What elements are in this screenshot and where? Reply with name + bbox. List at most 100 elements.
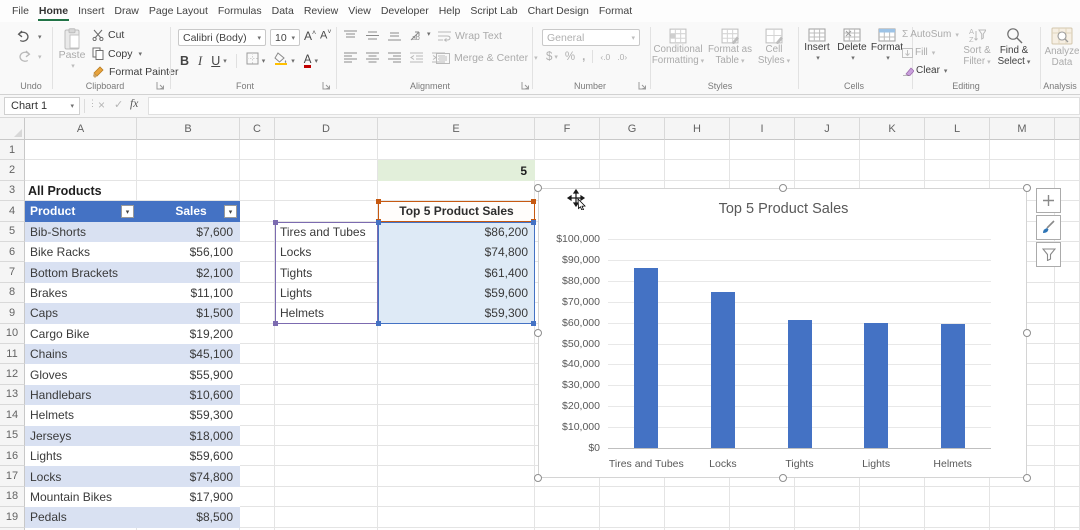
product-cell[interactable]: Bike Racks (25, 242, 137, 262)
fx-icon[interactable]: fx (130, 98, 138, 110)
row-header-15[interactable]: 15 (0, 426, 25, 446)
menu-tab-file[interactable]: File (12, 5, 29, 17)
number-dialog-launcher[interactable] (638, 81, 648, 91)
row-header-12[interactable]: 12 (0, 364, 25, 384)
decrease-indent-button[interactable] (410, 52, 423, 63)
clipboard-dialog-launcher[interactable] (156, 81, 166, 91)
sales-cell[interactable]: $59,600 (137, 446, 240, 466)
copy-button[interactable]: Copy ▾ (92, 47, 142, 60)
sales-cell[interactable]: $2,100 (137, 262, 240, 282)
column-header-B[interactable]: B (137, 118, 240, 140)
align-center-button[interactable] (366, 52, 379, 63)
menu-tab-view[interactable]: View (348, 5, 371, 17)
product-cell[interactable]: Locks (25, 466, 137, 486)
name-box[interactable]: Chart 1 ▾ (4, 97, 80, 115)
align-middle-button[interactable] (366, 30, 379, 41)
chart-title[interactable]: Top 5 Product Sales (539, 201, 1028, 217)
column-header-C[interactable]: C (240, 118, 275, 140)
product-cell[interactable]: Gloves (25, 364, 137, 384)
chart-selection-handle[interactable] (779, 184, 787, 192)
conditional-formatting-button[interactable]: Conditional Formatting▾ (650, 28, 706, 67)
sales-filter-button[interactable]: ▾ (224, 205, 237, 218)
font-dialog-launcher[interactable] (322, 81, 332, 91)
menu-tab-chart-design[interactable]: Chart Design (528, 5, 589, 17)
sales-cell[interactable]: $59,300 (137, 405, 240, 425)
chart-selection-handle[interactable] (534, 474, 542, 482)
menu-tab-page-layout[interactable]: Page Layout (149, 5, 208, 17)
row-header-7[interactable]: 7 (0, 262, 25, 282)
row-header-11[interactable]: 11 (0, 344, 25, 364)
sales-cell[interactable]: $17,900 (137, 487, 240, 507)
sort-filter-button[interactable]: AZ Sort & Filter▾ (960, 27, 994, 68)
product-cell[interactable]: Mountain Bikes (25, 487, 137, 507)
row-header-14[interactable]: 14 (0, 405, 25, 425)
product-cell[interactable]: Pedals (25, 507, 137, 527)
top5-title-cell[interactable]: Top 5 Product Sales (378, 201, 535, 221)
increase-font-button[interactable]: A˄ (304, 29, 316, 43)
column-header-partial[interactable] (1055, 118, 1080, 140)
enter-button[interactable]: ✓ (114, 98, 123, 111)
row-header-17[interactable]: 17 (0, 466, 25, 486)
delete-cells-button[interactable]: Delete ▾ (836, 28, 868, 64)
menu-tab-home[interactable]: Home (39, 5, 68, 17)
sales-cell[interactable]: $11,100 (137, 283, 240, 303)
column-header-G[interactable]: G (600, 118, 665, 140)
align-bottom-button[interactable] (388, 30, 401, 41)
underline-button[interactable]: U (211, 54, 220, 68)
column-header-A[interactable]: A (25, 118, 137, 140)
column-header-J[interactable]: J (795, 118, 860, 140)
chart-selection-handle[interactable] (1023, 474, 1031, 482)
bold-button[interactable]: B (180, 54, 189, 68)
cancel-button[interactable]: × (98, 98, 105, 112)
chart-selection-handle[interactable] (1023, 184, 1031, 192)
row-header-8[interactable]: 8 (0, 283, 25, 303)
row-header-2[interactable]: 2 (0, 160, 25, 180)
row-header-13[interactable]: 13 (0, 385, 25, 405)
sales-cell[interactable]: $7,600 (137, 222, 240, 242)
sales-cell[interactable]: $10,600 (137, 385, 240, 405)
column-header-M[interactable]: M (990, 118, 1055, 140)
chart-selection-handle[interactable] (779, 474, 787, 482)
sales-cell[interactable]: $1,500 (137, 303, 240, 323)
percent-format-button[interactable]: % (565, 51, 575, 63)
chart-bar[interactable] (788, 320, 812, 448)
row-header-4[interactable]: 4 (0, 201, 25, 221)
sales-cell[interactable]: $19,200 (137, 324, 240, 344)
italic-button[interactable]: I (198, 54, 202, 69)
chart-bar[interactable] (634, 268, 658, 448)
product-cell[interactable]: Lights (25, 446, 137, 466)
decrease-decimal-button[interactable]: .0› (617, 52, 627, 62)
menu-tab-insert[interactable]: Insert (78, 5, 104, 17)
borders-button[interactable] (246, 52, 259, 70)
merge-center-button[interactable]: Merge & Center ▾ (436, 52, 538, 64)
sales-cell[interactable]: $56,100 (137, 242, 240, 262)
product-cell[interactable]: Cargo Bike (25, 324, 137, 344)
row-header-5[interactable]: 5 (0, 222, 25, 242)
chart-filters-button[interactable] (1036, 242, 1061, 267)
wrap-text-button[interactable]: Wrap Text (438, 30, 502, 42)
column-header-K[interactable]: K (860, 118, 925, 140)
autosum-button[interactable]: ΣAutoSum▾ (902, 29, 959, 40)
column-header-F[interactable]: F (535, 118, 600, 140)
alignment-dialog-launcher[interactable] (521, 81, 531, 91)
product-cell[interactable]: Caps (25, 303, 137, 323)
format-cells-button[interactable]: Format ▾ (870, 28, 904, 64)
chart-bar[interactable] (941, 324, 965, 448)
column-header-L[interactable]: L (925, 118, 990, 140)
row-header-10[interactable]: 10 (0, 324, 25, 344)
number-format-select[interactable]: General▾ (542, 29, 640, 46)
row-header-9[interactable]: 9 (0, 303, 25, 323)
sales-cell[interactable]: $8,500 (137, 507, 240, 527)
align-top-button[interactable] (344, 30, 357, 41)
menu-tab-script-lab[interactable]: Script Lab (470, 5, 517, 17)
row-header-1[interactable]: 1 (0, 140, 25, 160)
product-cell[interactable]: Jerseys (25, 426, 137, 446)
row-header-19[interactable]: 19 (0, 507, 25, 527)
orientation-button[interactable]: ab (410, 30, 424, 41)
font-name-select[interactable]: Calibri (Body)▾ (178, 29, 266, 46)
select-all-corner[interactable] (0, 118, 25, 140)
row-header-16[interactable]: 16 (0, 446, 25, 466)
menu-tab-data[interactable]: Data (272, 5, 294, 17)
cut-button[interactable]: Cut (92, 29, 124, 41)
product-cell[interactable]: Brakes (25, 283, 137, 303)
